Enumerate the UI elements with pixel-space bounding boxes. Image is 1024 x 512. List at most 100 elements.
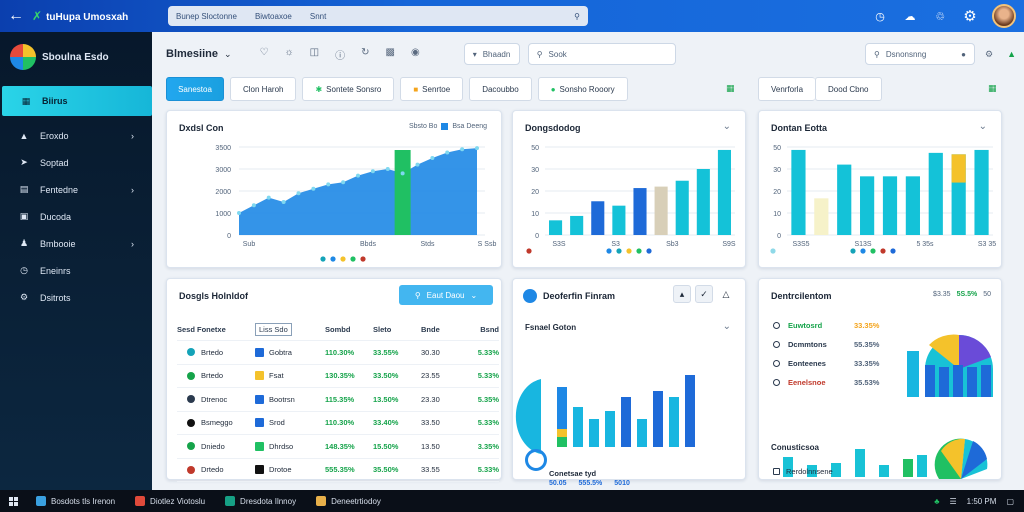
- tab-venrforla[interactable]: Venrforla: [758, 77, 816, 101]
- send-icon: ➤: [20, 157, 28, 167]
- x-tick-label: S13S: [854, 241, 871, 248]
- brand: ✗ tuHupa Umosxah: [32, 9, 129, 23]
- chevron-down-icon[interactable]: ⌄: [224, 49, 232, 60]
- toggle-icon[interactable]: ●: [961, 50, 966, 59]
- taskbar-item[interactable]: Deneetrtiodoy: [306, 490, 391, 512]
- info-icon[interactable]: ⓘ: [335, 47, 345, 62]
- grid-icon: ▦: [21, 95, 31, 106]
- tab-dood[interactable]: Dood Cbno: [815, 77, 882, 101]
- legend-dot: [616, 248, 622, 254]
- bar: [791, 149, 806, 235]
- x-tick-label: S3: [611, 241, 620, 248]
- avatar[interactable]: [992, 4, 1016, 28]
- sidebar-item-reports[interactable]: ▤ Fentedne ›: [0, 176, 152, 203]
- y-tick-label: 10: [531, 211, 539, 218]
- data-point: [475, 146, 479, 151]
- data-point: [356, 173, 360, 178]
- back-arrow-icon[interactable]: ←: [0, 7, 32, 25]
- search-icon[interactable]: ⚲: [574, 12, 580, 21]
- footer-title: Conetsae tyd: [549, 469, 597, 478]
- y-tick-label: 0: [227, 233, 231, 240]
- table-action-button[interactable]: ⚲ Eaut Daou ⌄: [399, 285, 493, 305]
- dashboard-icon: ▲: [19, 130, 29, 141]
- y-tick-label: 10: [773, 211, 781, 218]
- taskbar-item[interactable]: Dresdota Ilnnoy: [215, 490, 306, 512]
- table-row[interactable]: Bsmeggo Srod 110.30% 33.40% 33.50 5.33%: [177, 412, 499, 435]
- table-row[interactable]: Brtedo Fsat 130.35% 33.50% 23.55 5.33%: [177, 365, 499, 388]
- start-button[interactable]: [0, 496, 26, 506]
- address-bar[interactable]: Bunep Sloctonne Biwtoaxoe Snnt ⚲: [168, 6, 588, 26]
- address-part: Bunep Sloctonne: [176, 11, 237, 21]
- export-icon[interactable]: ▦: [726, 83, 735, 94]
- sidebar-item-users[interactable]: ♟ Bmbooie ›: [0, 230, 152, 257]
- data-point: [445, 150, 450, 155]
- tab-sonsho[interactable]: ● Sonsho Rooory: [537, 77, 628, 101]
- address-part: Snnt: [309, 11, 327, 21]
- tab-sontete[interactable]: ✱ Sontete Sonsro: [302, 77, 395, 101]
- sidebar-item-settings[interactable]: ⚙ Dsitrots: [0, 284, 152, 311]
- sidebar-item-dashboard[interactable]: ▲ Eroxdo ›: [0, 122, 152, 149]
- search-input-secondary[interactable]: ⚲ Dsnonsnng ●: [865, 43, 975, 65]
- legend-dot: [636, 248, 642, 254]
- clock-icon[interactable]: ◷: [872, 8, 888, 24]
- search-input[interactable]: ⚲ Sook: [527, 43, 676, 65]
- x-tick-label: S9S: [722, 241, 736, 248]
- x-tick-label: Sub: [243, 241, 256, 248]
- sync-icon[interactable]: ↻: [361, 47, 369, 62]
- table-row[interactable]: Drtedo Drotoe 555.35% 35.50% 33.55 5.33%: [177, 459, 499, 482]
- category-swatch: [255, 371, 264, 381]
- image-icon[interactable]: ▩: [386, 47, 395, 62]
- taskbar-item[interactable]: Bosdots tls Irenon: [26, 490, 125, 512]
- chart-icon: ▤: [19, 184, 29, 194]
- legend-dot: [890, 248, 896, 254]
- gear-icon[interactable]: ⚙: [962, 8, 978, 25]
- camera-icon[interactable]: ◉: [411, 47, 420, 62]
- tab-bar: Sanestoa Clon Haroh ✱ Sontete Sonsro ■ Sen…: [166, 77, 628, 101]
- heart-icon[interactable]: ♡: [260, 47, 269, 62]
- data-point: [385, 167, 390, 171]
- tab-dacoubbo[interactable]: Dacoubbo: [469, 77, 532, 101]
- tab-senrtoe[interactable]: ■ Senrtoe: [400, 77, 464, 101]
- table-row[interactable]: Brtedo Gobtra 110.30% 33.55% 30.30 5.33%: [177, 341, 499, 365]
- table-row[interactable]: Dniedo Dhrdso 148.35% 15.50% 13.50 3.35%: [177, 435, 499, 459]
- chart-icon[interactable]: ⚙: [985, 49, 993, 60]
- y-tick-label: 50: [531, 145, 539, 152]
- table-header: Sesd Fonetxe Liss Sdo Sombd Sleto Bnde B…: [177, 319, 499, 341]
- cloud-icon[interactable]: ☁: [902, 8, 918, 24]
- filter-button[interactable]: ▾ Bhaadn: [463, 43, 520, 65]
- chevron-right-icon: ›: [131, 238, 134, 249]
- sidebar-item-events[interactable]: ◷ Eneinrs: [0, 257, 152, 284]
- network-icon[interactable]: ☰: [949, 497, 956, 506]
- radio-icon[interactable]: [773, 468, 780, 475]
- status-dot: [187, 348, 195, 357]
- leaf-icon[interactable]: ♣: [934, 497, 939, 506]
- category-swatch: [255, 465, 264, 475]
- data-point: [341, 180, 346, 185]
- bar: [905, 176, 920, 235]
- bar: [882, 176, 898, 235]
- area-chart: 0 1000 2000 3000 3500 Sub Bbds Stds S Ssb: [215, 145, 496, 262]
- share-icon[interactable]: ▲: [1007, 49, 1016, 59]
- y-tick-label: 20: [531, 189, 539, 196]
- table-row[interactable]: Dtrenoc Bootrsn 115.35% 13.50% 23.30 5.3…: [177, 388, 499, 412]
- notification-icon[interactable]: ▢: [1006, 497, 1014, 506]
- legend-dot: [360, 256, 366, 262]
- export-icon[interactable]: ▦: [988, 83, 997, 94]
- tab-clon[interactable]: Clon Haroh: [230, 77, 297, 101]
- trash-icon[interactable]: ◫: [310, 47, 319, 62]
- sidebar-item-docs[interactable]: ▣ Ducoda: [0, 203, 152, 230]
- sidebar: Sboulna Esdo ▦ Biirus ▲ Eroxdo › ➤ Sopta…: [0, 32, 152, 490]
- globe-icon[interactable]: ☼: [284, 47, 293, 62]
- bar: [612, 205, 626, 235]
- system-tray: ♣ ☰ 1:50 PM ▢: [934, 497, 1024, 506]
- sidebar-item-send[interactable]: ➤ Soptad: [0, 149, 152, 176]
- data-point: [460, 147, 465, 152]
- y-tick-label: 20: [773, 189, 781, 196]
- taskbar-item[interactable]: Diotlez Viotoslu: [125, 490, 215, 512]
- bell-icon[interactable]: ♲: [932, 8, 948, 24]
- sidebar-item-home[interactable]: ▦ Biirus: [2, 86, 152, 116]
- tab-overview[interactable]: Sanestoa: [166, 77, 224, 101]
- data-point: [400, 171, 405, 176]
- app-icon: [225, 496, 236, 506]
- legend-dot: [626, 248, 632, 254]
